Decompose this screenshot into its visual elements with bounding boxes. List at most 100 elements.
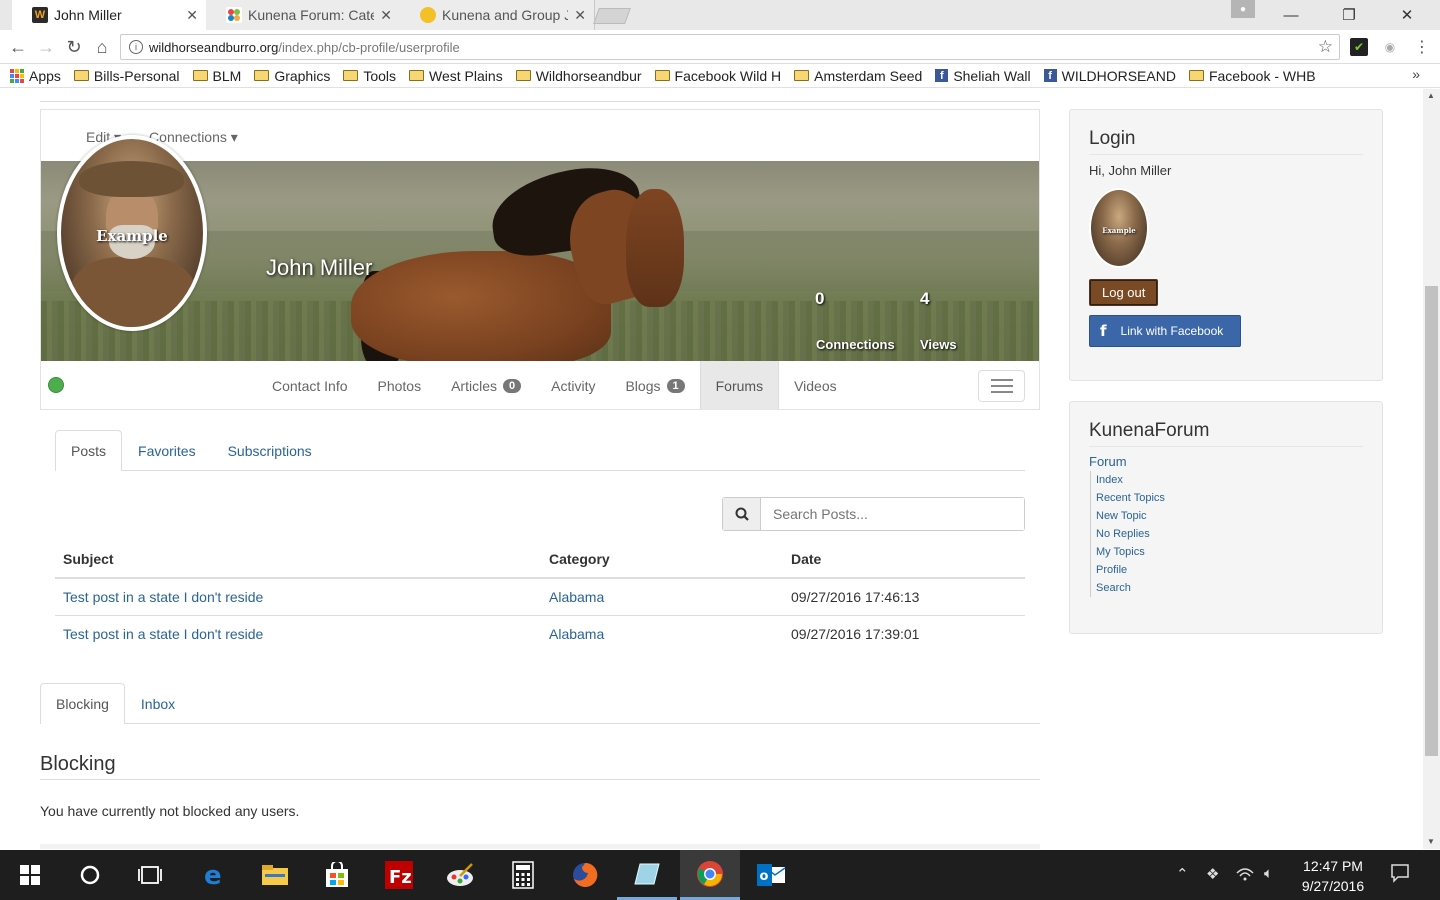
file-explorer-icon[interactable] (245, 850, 305, 900)
dropbox-icon[interactable]: ❖ (1206, 865, 1219, 883)
bookmark-folder[interactable]: Amsterdam Seed (794, 68, 922, 84)
wifi-icon[interactable] (1236, 865, 1254, 885)
profile-avatar[interactable]: Example (57, 135, 207, 331)
bookmark-label: Facebook - WHB (1208, 67, 1316, 84)
connections-label[interactable]: Connections (816, 337, 895, 352)
tab-label: Contact Info (272, 377, 348, 394)
menu-item-no-replies[interactable]: No Replies (1096, 525, 1363, 543)
close-tab-icon[interactable]: ✕ (574, 7, 586, 24)
user-profile-icon[interactable]: ● (1231, 0, 1255, 18)
search-button[interactable] (723, 498, 761, 530)
tab-forums[interactable]: Forums (699, 361, 780, 410)
bookmark-star-icon[interactable]: ☆ (1318, 37, 1333, 57)
svg-text:e: e (204, 862, 222, 888)
link-facebook-button[interactable]: f Link with Facebook (1089, 315, 1241, 347)
new-tab-button[interactable] (593, 8, 631, 24)
home-icon[interactable]: ⌂ (90, 35, 114, 59)
tab-posts[interactable]: Posts (55, 430, 123, 471)
menu-item-index[interactable]: Index (1096, 471, 1363, 489)
post-subject-link[interactable]: Test post in a state I don't reside (63, 589, 263, 605)
user-avatar[interactable]: Example (1089, 188, 1149, 268)
tab-subscriptions[interactable]: Subscriptions (212, 430, 328, 471)
store-icon[interactable] (307, 850, 367, 900)
search-posts-input[interactable] (761, 498, 1024, 530)
calculator-icon[interactable] (493, 850, 553, 900)
reload-icon[interactable]: ↻ (62, 35, 86, 59)
bookmark-folder[interactable]: Graphics (254, 68, 330, 84)
site-info-icon[interactable]: i (129, 40, 143, 54)
restore-window-icon[interactable]: ❐ (1326, 0, 1372, 30)
tab-photos[interactable]: Photos (363, 361, 437, 410)
forward-icon[interactable]: → (34, 35, 58, 59)
bookmark-label: West Plains (429, 67, 503, 84)
scroll-up-icon[interactable]: ▲ (1427, 91, 1435, 100)
menu-item-profile[interactable]: Profile (1096, 561, 1363, 579)
menu-item-search[interactable]: Search (1096, 579, 1363, 597)
browser-tab-kunena-group[interactable]: Kunena and Group J ✕ (400, 0, 595, 30)
bookmark-folder[interactable]: Bills-Personal (73, 68, 180, 84)
post-category-link[interactable]: Alabama (549, 589, 604, 605)
tab-contact-info[interactable]: Contact Info (257, 361, 363, 410)
post-subject-link[interactable]: Test post in a state I don't reside (63, 626, 263, 642)
scroll-down-icon[interactable]: ▼ (1427, 837, 1435, 846)
bookmark-folder[interactable]: Facebook - WHB (1188, 67, 1316, 84)
page-scrollbar[interactable]: ▲ ▼ (1423, 89, 1440, 849)
close-tab-icon[interactable]: ✕ (380, 7, 392, 24)
close-tab-icon[interactable]: ✕ (186, 7, 198, 24)
logout-button[interactable]: Log out (1089, 279, 1159, 306)
kunena-forum-module: KunenaForum Forum Index Recent Topics Ne… (1069, 401, 1383, 634)
extension-check-icon[interactable]: ✔ (1350, 38, 1368, 56)
volume-icon[interactable]: 🔈︎ (1264, 865, 1273, 882)
back-icon[interactable]: ← (6, 35, 30, 59)
menu-item-my-topics[interactable]: My Topics (1096, 543, 1363, 561)
bookmark-folder[interactable]: Facebook Wild H (654, 68, 781, 84)
chrome-icon[interactable] (680, 850, 740, 900)
minimize-window-icon[interactable]: — (1268, 0, 1314, 30)
connections-count[interactable]: 0 (815, 289, 824, 309)
task-view-icon[interactable] (120, 850, 180, 900)
browser-tab-kunena-forum[interactable]: Kunena Forum: Cate ✕ (206, 0, 401, 30)
more-bookmarks-icon[interactable]: » (1412, 66, 1420, 82)
menu-toggle-button[interactable] (978, 370, 1025, 402)
notepad-icon[interactable] (617, 850, 677, 900)
folder-icon (192, 70, 208, 81)
paint-icon[interactable] (431, 850, 491, 900)
menu-item-new-topic[interactable]: New Topic (1096, 507, 1363, 525)
action-center-icon[interactable] (1390, 863, 1410, 887)
bookmark-apps[interactable]: Apps (10, 68, 61, 84)
cortana-icon[interactable] (60, 850, 120, 900)
scrollbar-thumb[interactable] (1425, 286, 1438, 756)
show-hidden-icons[interactable]: ⌃ (1176, 865, 1189, 883)
profile-username: John Miller (266, 255, 373, 280)
menu-item-recent-topics[interactable]: Recent Topics (1096, 489, 1363, 507)
bookmark-folder[interactable]: West Plains (409, 68, 503, 84)
bookmark-facebook[interactable]: f WILDHORSEAND (1043, 68, 1176, 84)
filezilla-icon[interactable]: Fz (369, 850, 429, 900)
tab-inbox[interactable]: Inbox (125, 683, 191, 724)
hamburger-bar (990, 379, 1013, 381)
bookmark-folder[interactable]: BLM (192, 68, 241, 84)
tab-articles[interactable]: Articles 0 (436, 361, 536, 410)
outlook-icon[interactable]: o (741, 850, 801, 900)
bookmark-folder[interactable]: Tools (343, 68, 396, 84)
extension-circle-icon[interactable]: ◉ (1381, 38, 1399, 56)
chrome-menu-icon[interactable]: ⋮ (1413, 38, 1431, 56)
browser-tab-john-miller[interactable]: W John Miller ✕ (12, 0, 207, 30)
menu-item-forum[interactable]: Forum (1089, 454, 1363, 469)
bookmark-folder[interactable]: Wildhorseandbur (515, 67, 642, 84)
post-category-link[interactable]: Alabama (549, 626, 604, 642)
start-icon[interactable] (0, 850, 60, 900)
bookmarks-bar: Apps Bills-Personal BLM Graphics Tools W… (0, 64, 1440, 88)
bookmark-label: Wildhorseandbur (535, 67, 642, 84)
tab-blocking[interactable]: Blocking (40, 683, 125, 724)
bookmark-facebook[interactable]: f Sheliah Wall (935, 68, 1031, 84)
tab-favorites[interactable]: Favorites (122, 430, 212, 471)
close-window-icon[interactable]: ✕ (1384, 0, 1430, 30)
tab-activity[interactable]: Activity (536, 361, 610, 410)
tab-blogs[interactable]: Blogs 1 (610, 361, 699, 410)
tab-videos[interactable]: Videos (779, 361, 852, 410)
address-bar[interactable]: i wildhorseandburro.org /index.php/cb-pr… (120, 34, 1340, 60)
edge-icon[interactable]: e (184, 850, 244, 900)
taskbar-clock[interactable]: 12:47 PM 9/27/2016 (1290, 856, 1376, 896)
firefox-icon[interactable] (555, 850, 615, 900)
